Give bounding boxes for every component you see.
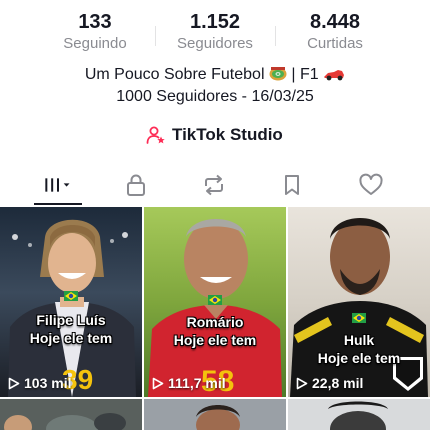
followers-count: 1.152 (189, 11, 241, 33)
bookmark-icon (285, 175, 299, 195)
followers-stat[interactable]: 1.152 Seguidores (160, 10, 270, 54)
player-photo (288, 207, 430, 397)
lock-icon (127, 174, 145, 196)
video-thumbnail[interactable]: Hulk Hoje ele tem 22,8 mil (288, 207, 430, 397)
video-thumbnail[interactable] (144, 399, 286, 430)
video-caption: Filipe Luís Hoje ele tem (0, 311, 142, 347)
video-preview (0, 399, 142, 430)
play-icon (152, 377, 164, 389)
profile-bio: Um Pouco Sobre Futebol | F1 1000 Seguido… (0, 64, 430, 108)
brazil-flag-icon (64, 291, 78, 301)
video-thumbnail[interactable] (288, 399, 430, 430)
tiktok-studio-label: TikTok Studio (172, 125, 283, 144)
tab-reposts[interactable] (199, 172, 229, 198)
video-preview (144, 399, 286, 430)
bio-line-2: 1000 Seguidores - 16/03/25 (116, 88, 314, 105)
repost-icon (205, 174, 223, 196)
heart-icon (359, 173, 383, 195)
view-count-text: 103 mil (24, 375, 72, 391)
video-caption: Hulk Hoje ele tem (288, 331, 430, 367)
video-thumbnail[interactable] (0, 399, 142, 430)
followers-label: Seguidores (177, 35, 253, 52)
video-grid: 39 Filipe Luís Hoje ele tem 103 mil 58 R… (0, 207, 430, 430)
following-count: 133 (78, 11, 112, 33)
video-thumbnail[interactable]: 39 Filipe Luís Hoje ele tem 103 mil (0, 207, 142, 397)
bio-text-b: | F1 (291, 66, 319, 83)
tab-favorites[interactable] (277, 172, 307, 198)
video-caption: Romário Hoje ele tem (144, 313, 286, 349)
likes-stat[interactable]: 8.448 Curtidas (280, 10, 390, 54)
player-photo: 39 (0, 207, 142, 397)
stadium-emoji-icon (269, 67, 287, 81)
profile-tabs (0, 164, 430, 204)
likes-count: 8.448 (309, 11, 361, 33)
likes-label: Curtidas (307, 35, 363, 52)
profile-stats: 133 Seguindo 1.152 Seguidores 8.448 Curt… (0, 10, 430, 56)
stat-divider (275, 26, 276, 46)
view-count-text: 111,7 mil (168, 375, 226, 391)
caption-name: Hulk (343, 332, 375, 348)
view-count: 111,7 mil (152, 375, 226, 391)
view-count: 22,8 mil (296, 375, 363, 391)
tiktok-studio-link[interactable]: TikTok Studio (146, 122, 283, 148)
following-label: Seguindo (63, 35, 127, 52)
caption-name: Filipe Luís (36, 312, 106, 328)
brazil-flag-icon (208, 295, 222, 305)
play-icon (8, 377, 20, 389)
bio-line-1: Um Pouco Sobre Futebol | F1 (0, 64, 430, 86)
video-thumbnail[interactable]: 58 Romário Hoje ele tem 111,7 mil (144, 207, 286, 397)
tab-private[interactable] (121, 172, 151, 198)
following-stat[interactable]: 133 Seguindo (40, 10, 150, 54)
view-count-text: 22,8 mil (312, 375, 364, 391)
stat-divider (155, 26, 156, 46)
caption-name: Romário (186, 314, 244, 330)
bio-text-a: Um Pouco Sobre Futebol (84, 66, 265, 83)
view-count: 103 mil (8, 375, 71, 391)
grid-icon (45, 178, 70, 192)
tab-liked[interactable] (356, 172, 386, 198)
active-tab-indicator (34, 203, 82, 205)
video-preview (288, 399, 430, 430)
play-icon (296, 377, 308, 389)
caption-text: Hoje ele tem (29, 330, 113, 346)
tab-videos[interactable] (42, 172, 72, 198)
caption-text: Hoje ele tem (173, 332, 257, 348)
person-star-icon (146, 126, 165, 144)
race-car-emoji-icon (324, 70, 345, 81)
brazil-flag-icon (352, 313, 366, 323)
caption-text: Hoje ele tem (317, 350, 401, 366)
